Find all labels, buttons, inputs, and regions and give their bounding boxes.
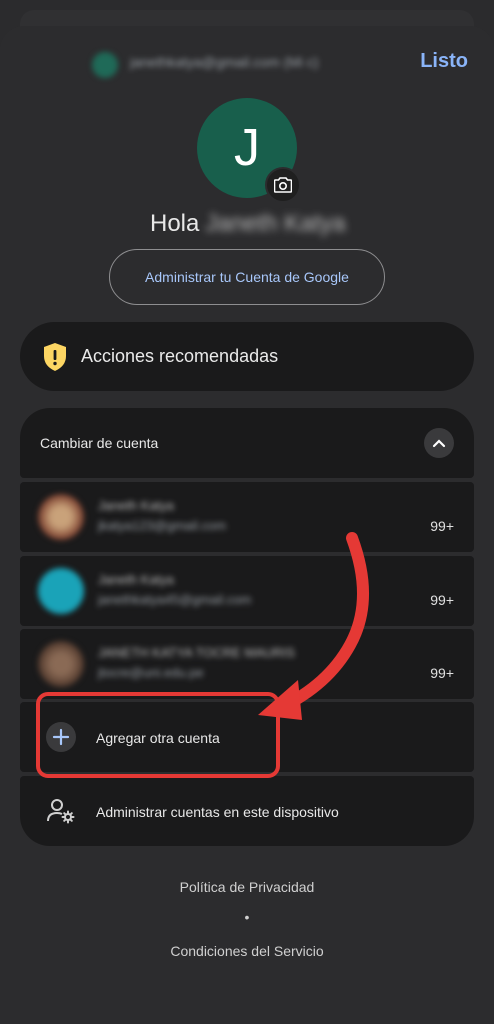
account-name: Janeth Katya — [98, 498, 174, 513]
terms-of-service-link[interactable]: Condiciones del Servicio — [0, 943, 494, 959]
change-photo-button[interactable] — [265, 167, 301, 203]
recommended-actions-card[interactable]: Acciones recomendadas — [20, 322, 474, 391]
recommended-actions-label: Acciones recomendadas — [81, 346, 279, 366]
account-email: jtocre@uni.edu.pe — [98, 665, 204, 680]
account-avatar — [38, 641, 84, 687]
camera-icon — [274, 177, 292, 193]
unread-count-badge: 99+ — [430, 592, 454, 608]
greeting-text: Hola — [150, 210, 200, 237]
current-account-mini-avatar — [92, 52, 118, 78]
manage-accounts-icon — [47, 799, 75, 824]
red-highlight-box — [36, 692, 280, 778]
account-name: Janeth Katya — [98, 572, 174, 587]
red-annotation-arrow — [258, 532, 369, 720]
greeting: Hola Janeth Katya — [150, 210, 345, 238]
account-avatar — [38, 494, 84, 540]
account-row[interactable]: Janeth Katya jkatya123@gmail.com 99+ — [20, 482, 474, 552]
current-account-email: janethkatya@gmail.com (Mi c) — [130, 54, 319, 70]
footer-separator: • — [244, 909, 250, 925]
account-row[interactable]: JANETH KATYA TOCRE MAURIS jtocre@uni.edu… — [20, 629, 474, 699]
manage-device-accounts-label: Administrar cuentas en este dispositivo — [96, 804, 339, 820]
account-email: janethkatya45@gmail.com — [98, 592, 252, 607]
manage-device-accounts-row[interactable]: Administrar cuentas en este dispositivo — [20, 776, 474, 846]
account-avatar — [38, 568, 84, 614]
account-email: jkatya123@gmail.com — [98, 518, 227, 533]
done-button[interactable]: Listo — [414, 49, 474, 74]
switch-account-section: Cambiar de cuenta Janeth Katya jkatya123… — [20, 408, 474, 846]
switch-account-header[interactable]: Cambiar de cuenta — [20, 408, 474, 478]
account-row[interactable]: Janeth Katya janethkatya45@gmail.com 99+ — [20, 556, 474, 626]
shield-warning-icon — [44, 343, 66, 371]
privacy-policy-link[interactable]: Política de Privacidad — [0, 879, 494, 895]
switch-account-label: Cambiar de cuenta — [40, 435, 159, 451]
sheet-header: janethkatya@gmail.com (Mi c) Listo — [0, 36, 494, 92]
chevron-up-icon — [432, 439, 446, 448]
manage-google-account-button[interactable]: Administrar tu Cuenta de Google — [109, 249, 385, 305]
unread-count-badge: 99+ — [430, 518, 454, 534]
unread-count-badge: 99+ — [430, 665, 454, 681]
user-name: Janeth Katya — [205, 210, 346, 237]
collapse-button[interactable] — [424, 428, 454, 458]
